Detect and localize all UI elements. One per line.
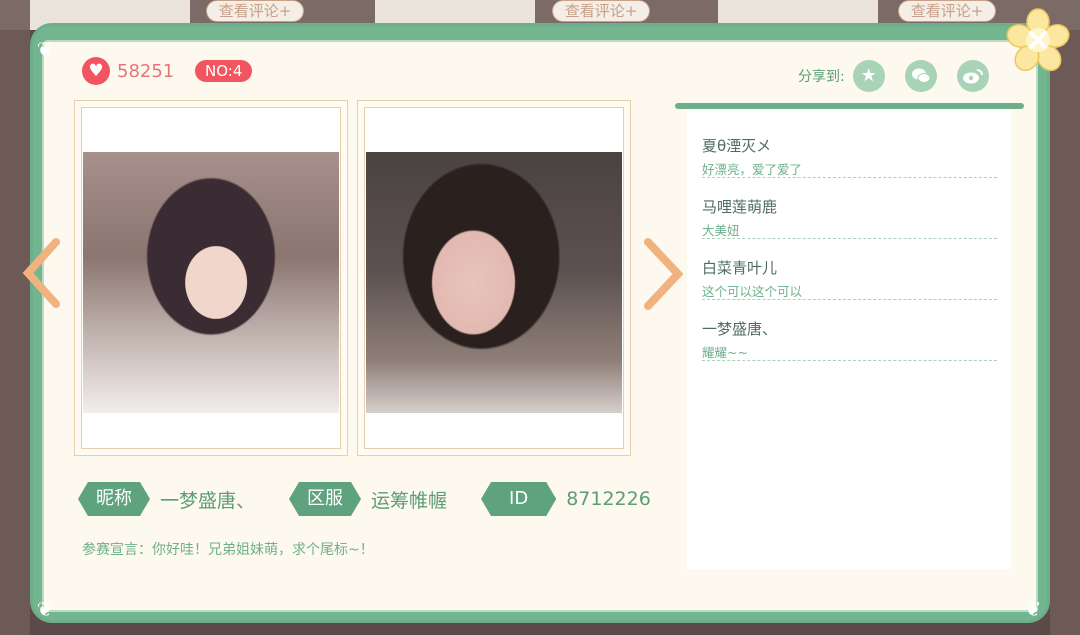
background-view-comments-button: 查看评论+ — [552, 0, 650, 22]
nickname-tag: 昵称 — [78, 482, 150, 516]
comment-item: 马哩莲萌鹿 大美妞 — [702, 178, 997, 239]
corner-ornament-icon: ❦ — [36, 597, 54, 621]
id-value: 8712226 — [566, 488, 651, 510]
heart-icon: ♥ — [82, 57, 110, 85]
contestant-photo — [83, 152, 339, 413]
background-view-comments-button: 查看评论+ — [206, 0, 304, 22]
weibo-icon[interactable] — [956, 60, 989, 92]
nickname-value: 一梦盛唐、 — [160, 489, 256, 512]
comment-author: 马哩莲萌鹿 — [702, 198, 778, 216]
wechat-icon[interactable] — [904, 60, 937, 92]
comments-list[interactable]: 夏θ湮灭メ 好漂亮，爱了爱了 马哩莲萌鹿 大美妞 白菜青叶儿 这个可以这个可以 … — [687, 109, 1011, 569]
comment-text: 这个可以这个可以 — [702, 284, 803, 299]
comment-text: 大美妞 — [702, 223, 740, 238]
chevron-left-icon — [22, 238, 60, 308]
server-value: 运筹帷幄 — [371, 489, 448, 512]
share-label: 分享到: — [798, 69, 845, 85]
qzone-icon[interactable]: ★ — [852, 60, 885, 92]
contestant-photo — [366, 152, 622, 413]
prev-photo-button[interactable] — [20, 238, 62, 319]
photo-card[interactable] — [357, 100, 631, 456]
comment-item: 夏θ湮灭メ 好漂亮，爱了爱了 — [702, 117, 997, 178]
comment-author: 白菜青叶儿 — [702, 259, 778, 277]
background-left-edge — [0, 30, 30, 635]
comment-author: 夏θ湮灭メ — [702, 137, 772, 155]
close-button[interactable] — [1006, 8, 1070, 72]
profile-info: 昵称 一梦盛唐、 区服 运筹帷幄 ID 8712226 — [78, 482, 685, 516]
comment-author: 一梦盛唐、 — [702, 320, 778, 338]
likes-counter[interactable]: ♥ 58251 — [82, 57, 174, 85]
photo-frame — [364, 107, 624, 449]
background-view-comments-button: 查看评论+ — [898, 0, 996, 22]
server-tag: 区服 — [289, 482, 361, 516]
chevron-right-icon — [644, 238, 684, 310]
close-icon — [1006, 8, 1070, 72]
id-tag: ID — [481, 482, 556, 516]
comment-text: 好漂亮，爱了爱了 — [702, 162, 803, 177]
declaration-text: 参赛宣言：你好哇！兄弟姐妹萌，求个尾标~！ — [82, 542, 374, 558]
corner-ornament-icon: ❦ — [1024, 597, 1042, 621]
comment-item: 白菜青叶儿 这个可以这个可以 — [702, 239, 997, 300]
comment-text: 耀耀~~ — [702, 345, 748, 360]
photo-frame — [81, 107, 341, 449]
next-photo-button[interactable] — [640, 238, 686, 321]
rank-badge: NO:4 — [195, 60, 253, 82]
photo-card[interactable] — [74, 100, 348, 456]
background-right-edge — [1050, 30, 1080, 635]
share-bar: 分享到: ★ — [798, 60, 1009, 92]
corner-ornament-icon: ❦ — [36, 37, 54, 61]
likes-count: 58251 — [117, 60, 175, 82]
comment-item: 一梦盛唐、 耀耀~~ — [702, 300, 997, 361]
